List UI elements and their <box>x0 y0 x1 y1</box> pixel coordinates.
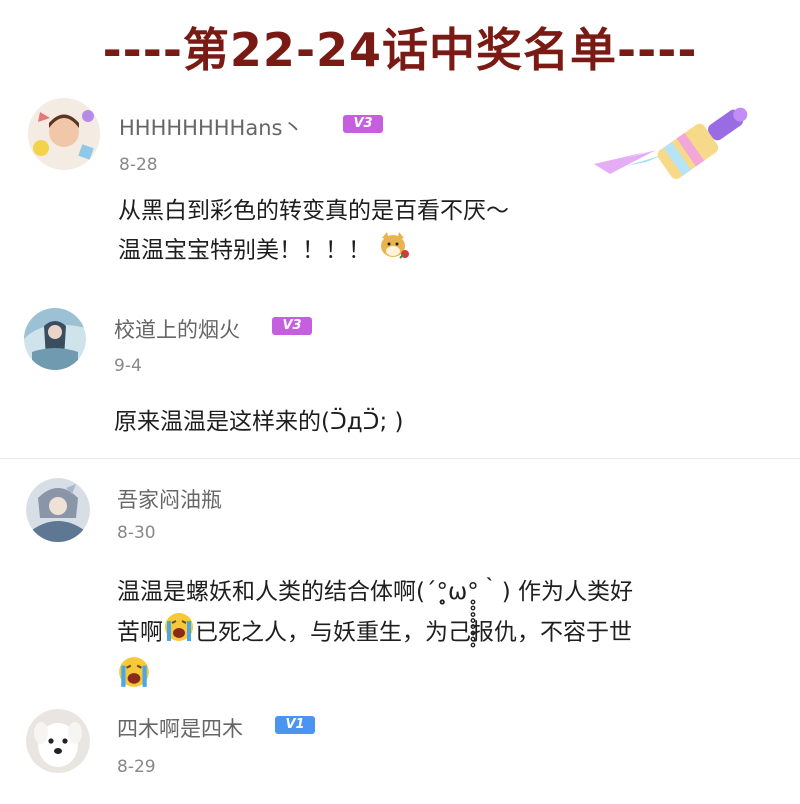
comment-line: 苦啊 <box>117 619 163 646</box>
avatar[interactable] <box>26 709 90 773</box>
comment-line: 原来温温是这样来的(ᑒдᑒ; ) <box>114 409 404 435</box>
avatar[interactable] <box>28 98 100 170</box>
comment-line: 温温是螺妖和人类的结合体啊(´°̥̥̥̥̥̥̥̥ω°̥̥̥̥̥̥̥̥｀) 作为人… <box>117 579 634 605</box>
comment-line-row <box>117 655 633 701</box>
avatar[interactable] <box>26 478 90 542</box>
page-title: ----第22-24话中奖名单---- <box>102 23 698 77</box>
paint-brush-pendant-icon <box>586 92 766 188</box>
comment-line-row: 苦啊 已死之人，与妖重生，为己报仇，不容于世 <box>117 611 633 655</box>
comment-text: 原来温温是这样来的(ᑒдᑒ; ) <box>114 403 404 441</box>
username[interactable]: HHHHHHHHans丶 <box>119 112 303 142</box>
divider <box>0 458 800 459</box>
comment-date: 8-30 <box>117 523 156 543</box>
comment-line-row: 温温宝宝特别美！！！！ <box>118 230 509 272</box>
comment-line: 已死之人，与妖重生，为己报仇，不容于世 <box>195 619 632 646</box>
level-badge: V1 <box>275 716 315 734</box>
level-badge: V3 <box>343 115 383 133</box>
level-badge: V3 <box>272 317 312 335</box>
doge-rose-icon <box>378 230 410 272</box>
crying-face-icon <box>117 655 151 701</box>
comment-date: 9-4 <box>114 356 142 376</box>
comment-text: 温温是螺妖和人类的结合体啊(´°̥̥̥̥̥̥̥̥ω°̥̥̥̥̥̥̥̥｀) 作为人… <box>117 573 633 701</box>
divider <box>0 293 800 294</box>
comment-text: 从黑白到彩色的转变真的是百看不厌～ 温温宝宝特别美！！！！ <box>118 192 509 272</box>
comment-date: 8-29 <box>117 757 156 777</box>
comment-date: 8-28 <box>119 155 158 175</box>
avatar[interactable] <box>24 308 86 370</box>
username[interactable]: 校道上的烟火 <box>114 314 240 344</box>
crying-face-icon <box>163 611 195 655</box>
comment-line: 从黑白到彩色的转变真的是百看不厌～ <box>118 198 509 224</box>
username[interactable]: 四木啊是四木 <box>117 713 243 743</box>
comment-line: 温温宝宝特别美！！！！ <box>118 237 371 264</box>
username[interactable]: 吾家闷油瓶 <box>117 484 222 514</box>
